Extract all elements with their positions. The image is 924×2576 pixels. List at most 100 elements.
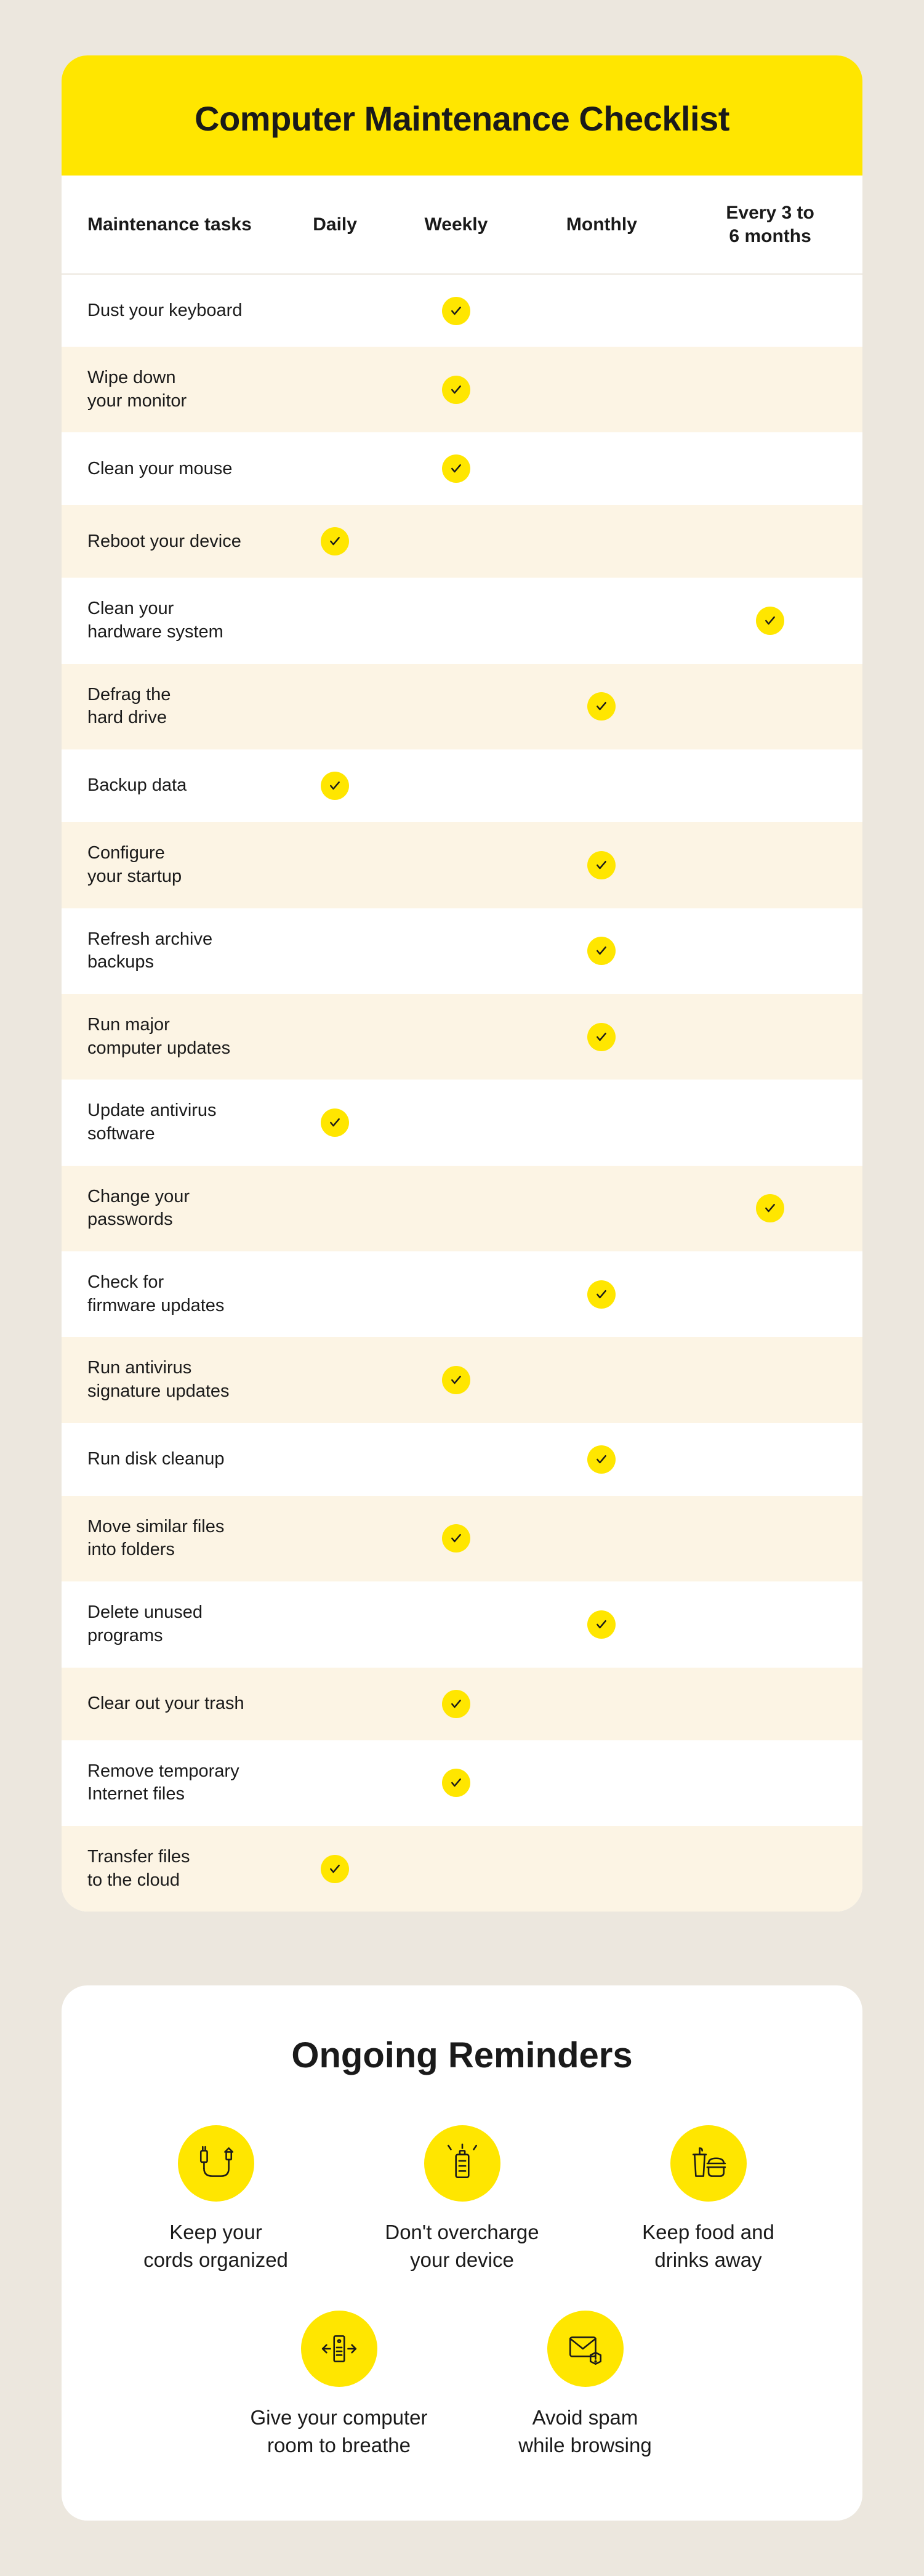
reminder-label: Keep food anddrinks away	[642, 2219, 774, 2274]
freq-cell	[283, 1337, 387, 1423]
freq-cell	[678, 432, 862, 505]
column-header: Every 3 to6 months	[678, 176, 862, 274]
table-row: Wipe downyour monitor	[62, 347, 862, 432]
freq-cell	[526, 908, 678, 994]
checkmark-icon	[442, 1690, 470, 1718]
freq-cell	[678, 822, 862, 908]
freq-cell	[283, 1826, 387, 1912]
table-row: Defrag thehard drive	[62, 664, 862, 749]
freq-cell	[283, 274, 387, 347]
freq-cell	[526, 578, 678, 663]
freq-cell	[283, 1423, 387, 1496]
freq-cell	[387, 1080, 525, 1165]
table-row: Run disk cleanup	[62, 1423, 862, 1496]
task-label: Run disk cleanup	[62, 1423, 283, 1496]
column-header: Maintenance tasks	[62, 176, 283, 274]
table-row: Transfer filesto the cloud	[62, 1826, 862, 1912]
reminder-label: Don't overchargeyour device	[385, 2219, 539, 2274]
task-label: Wipe downyour monitor	[62, 347, 283, 432]
freq-cell	[526, 274, 678, 347]
freq-cell	[678, 664, 862, 749]
freq-cell	[283, 1166, 387, 1251]
freq-cell	[387, 749, 525, 822]
checkmark-icon	[587, 1280, 616, 1309]
task-label: Clean your mouse	[62, 432, 283, 505]
freq-cell	[678, 578, 862, 663]
freq-cell	[283, 1668, 387, 1740]
checkmark-icon	[442, 1524, 470, 1552]
freq-cell	[678, 274, 862, 347]
task-label: Transfer filesto the cloud	[62, 1826, 283, 1912]
freq-cell	[526, 347, 678, 432]
freq-cell	[678, 749, 862, 822]
table-row: Refresh archivebackups	[62, 908, 862, 994]
freq-cell	[526, 1740, 678, 1826]
freq-cell	[283, 664, 387, 749]
task-label: Configureyour startup	[62, 822, 283, 908]
checkmark-icon	[442, 376, 470, 404]
task-label: Clean yourhardware system	[62, 578, 283, 663]
task-label: Backup data	[62, 749, 283, 822]
task-label: Run majorcomputer updates	[62, 994, 283, 1080]
reminders-title: Ongoing Reminders	[86, 2035, 838, 2076]
freq-cell	[526, 1496, 678, 1581]
table-row: Backup data	[62, 749, 862, 822]
table-row: Clean yourhardware system	[62, 578, 862, 663]
freq-cell	[283, 749, 387, 822]
freq-cell	[387, 1668, 525, 1740]
checkmark-icon	[587, 851, 616, 879]
reminder-item: Give your computerroom to breathe	[228, 2311, 450, 2459]
table-row: Clear out your trash	[62, 1668, 862, 1740]
freq-cell	[283, 1080, 387, 1165]
freq-cell	[283, 1740, 387, 1826]
freq-cell	[283, 994, 387, 1080]
task-label: Dust your keyboard	[62, 274, 283, 347]
airflow-icon	[301, 2311, 377, 2387]
freq-cell	[387, 822, 525, 908]
reminder-label: Give your computerroom to breathe	[251, 2404, 428, 2459]
checklist-card: Computer Maintenance Checklist Maintenan…	[62, 55, 862, 1912]
freq-cell	[387, 1826, 525, 1912]
freq-cell	[526, 432, 678, 505]
freq-cell	[678, 505, 862, 578]
freq-cell	[387, 347, 525, 432]
freq-cell	[526, 1251, 678, 1337]
table-row: Check forfirmware updates	[62, 1251, 862, 1337]
cords-icon	[178, 2125, 254, 2202]
reminder-item: Keep yourcords organized	[105, 2125, 327, 2274]
checkmark-icon	[442, 454, 470, 483]
task-label: Check forfirmware updates	[62, 1251, 283, 1337]
freq-cell	[283, 822, 387, 908]
reminders-grid: Keep yourcords organized Don't overcharge…	[86, 2125, 838, 2459]
table-row: Configureyour startup	[62, 822, 862, 908]
table-row: Reboot your device	[62, 505, 862, 578]
table-row: Dust your keyboard	[62, 274, 862, 347]
task-label: Delete unusedprograms	[62, 1581, 283, 1667]
freq-cell	[678, 908, 862, 994]
column-header: Daily	[283, 176, 387, 274]
freq-cell	[678, 1423, 862, 1496]
freq-cell	[387, 908, 525, 994]
checkmark-icon	[587, 1445, 616, 1474]
freq-cell	[283, 505, 387, 578]
freq-cell	[678, 1496, 862, 1581]
freq-cell	[526, 749, 678, 822]
freq-cell	[387, 1337, 525, 1423]
freq-cell	[526, 1337, 678, 1423]
freq-cell	[678, 1080, 862, 1165]
food-icon	[670, 2125, 747, 2202]
battery-icon	[424, 2125, 500, 2202]
checklist-title: Computer Maintenance Checklist	[74, 99, 850, 139]
checkmark-icon	[587, 937, 616, 965]
task-label: Move similar filesinto folders	[62, 1496, 283, 1581]
freq-cell	[283, 1496, 387, 1581]
freq-cell	[526, 1668, 678, 1740]
task-label: Defrag thehard drive	[62, 664, 283, 749]
freq-cell	[678, 1826, 862, 1912]
table-row: Change yourpasswords	[62, 1166, 862, 1251]
checkmark-icon	[756, 607, 784, 635]
freq-cell	[387, 1251, 525, 1337]
table-row: Delete unusedprograms	[62, 1581, 862, 1667]
freq-cell	[387, 1496, 525, 1581]
freq-cell	[387, 994, 525, 1080]
